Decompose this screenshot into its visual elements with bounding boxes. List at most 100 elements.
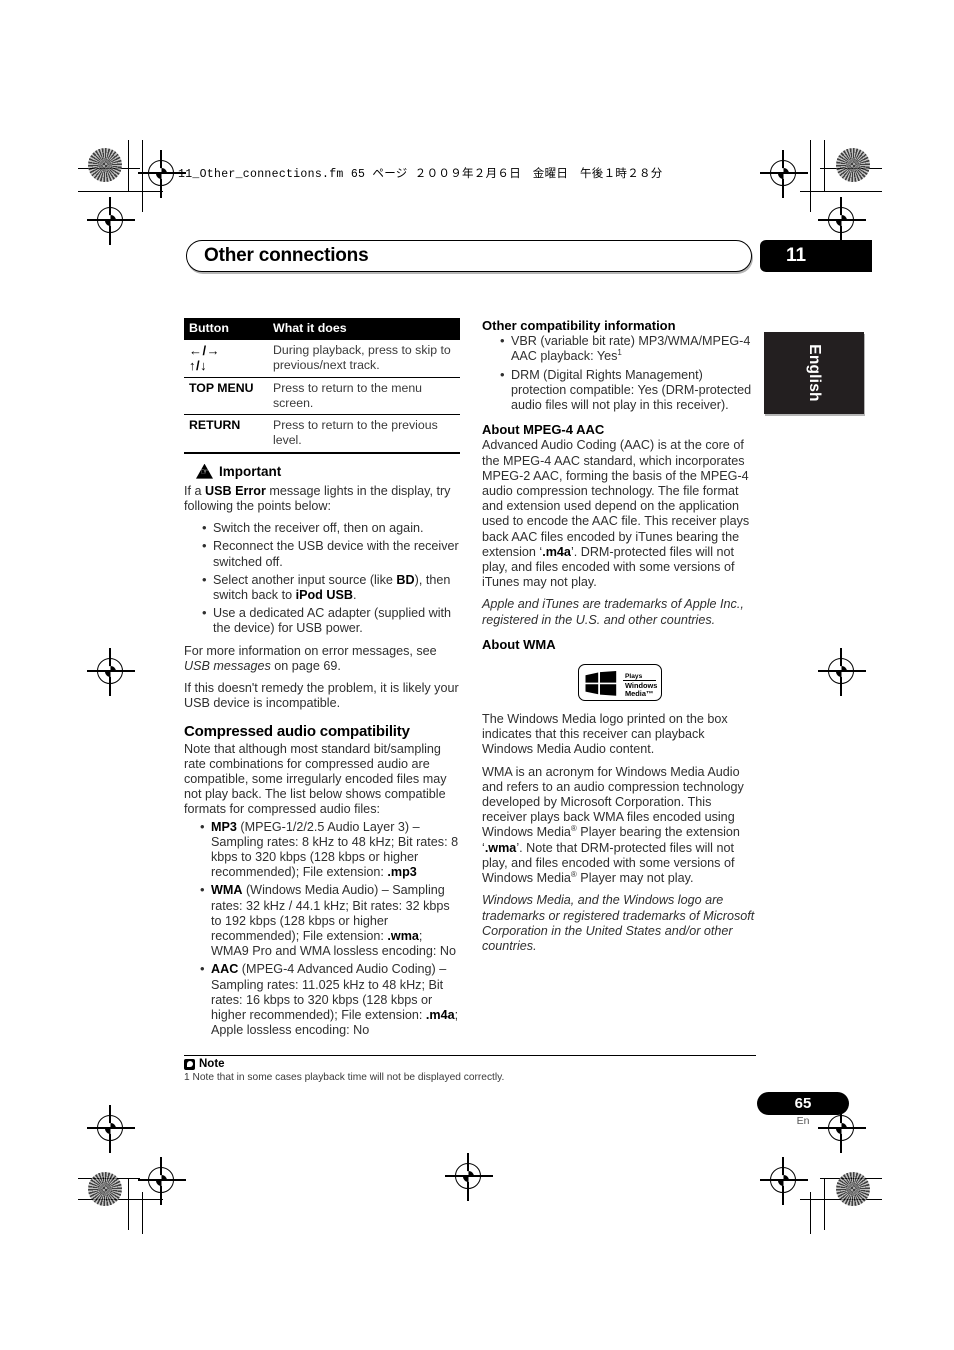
usb-incompatible-note: If this doesn't remedy the problem, it i… bbox=[184, 681, 459, 711]
language-tab-label: English bbox=[806, 344, 823, 402]
crop-line bbox=[142, 1192, 144, 1234]
crop-line bbox=[824, 1178, 826, 1230]
about-aac-body: Advanced Audio Coding (AAC) is at the co… bbox=[482, 438, 758, 590]
halftone-dot bbox=[836, 1172, 870, 1206]
footnote-text: 1 Note that in some cases playback time … bbox=[184, 1072, 505, 1083]
crop-line bbox=[78, 191, 163, 193]
table-header-button: Button bbox=[184, 318, 268, 341]
compressed-audio-intro: Note that although most standard bit/sam… bbox=[184, 741, 447, 817]
plays-windows-media-logo: ™ Plays Windows Media™ bbox=[578, 664, 662, 702]
important-intro-prefix: If a bbox=[184, 483, 205, 498]
format-detail: (MPEG-1/2/2.5 Audio Layer 3) – Sampling … bbox=[211, 819, 459, 880]
chapter-number-badge: 11 bbox=[760, 240, 872, 272]
table-row: ←/→ ↑/↓ During playback, press to skip t… bbox=[184, 340, 460, 379]
arrow-left-right-icon: ←/→ bbox=[189, 343, 221, 359]
compressed-format-list: MP3 (MPEG-1/2/2.5 Audio Layer 3) – Sampl… bbox=[184, 819, 460, 1039]
registration-mark bbox=[87, 648, 135, 696]
list-item: Switch the receiver off, then on again. bbox=[202, 520, 460, 536]
table-cell-description: Press to return to the menu screen. bbox=[268, 377, 460, 416]
footnote-marker: 1 bbox=[617, 348, 622, 358]
page-title: Other connections bbox=[204, 245, 369, 266]
crop-line bbox=[824, 140, 826, 192]
note-label: Note bbox=[199, 1058, 225, 1070]
list-item: MP3 (MPEG-1/2/2.5 Audio Layer 3) – Sampl… bbox=[200, 819, 460, 881]
list-item-text: Select another input source (like bbox=[213, 572, 397, 587]
page-number-badge: 65 bbox=[757, 1092, 849, 1115]
apple-trademark-notice: Apple and iTunes are trademarks of Apple… bbox=[482, 597, 744, 627]
list-item-bold-ipod-usb: iPod USB bbox=[295, 588, 353, 602]
registration-mark bbox=[87, 1105, 135, 1153]
heading-compressed-audio-compatibility: Compressed audio compatibility bbox=[184, 723, 410, 741]
list-item-text: VBR (variable bit rate) MP3/WMA/MPEG-4 A… bbox=[511, 334, 751, 364]
registration-mark bbox=[87, 197, 135, 245]
chapter-title-bar: Other connections bbox=[186, 240, 752, 272]
heading-about-wma: About WMA bbox=[482, 636, 556, 652]
crop-line bbox=[128, 140, 130, 192]
table-cell-description: Press to return to the previous level. bbox=[268, 414, 460, 454]
crop-line bbox=[810, 1192, 812, 1234]
logo-windows-media-label: Windows Media™ bbox=[625, 681, 657, 699]
registration-mark bbox=[818, 648, 866, 696]
right-column: Other compatibility information VBR (var… bbox=[482, 318, 758, 961]
page-language-code: En bbox=[796, 1115, 810, 1127]
important-label: Important bbox=[219, 463, 282, 479]
wma-body-2: WMA is an acronym for Windows Media Audi… bbox=[482, 765, 758, 887]
warning-triangle-hand-icon: ☞ bbox=[196, 463, 213, 479]
about-aac-text-1: Advanced Audio Coding (AAC) is at the co… bbox=[482, 438, 750, 559]
heading-other-compatibility-information: Other compatibility information bbox=[482, 318, 676, 333]
list-item: Reconnect the USB device with the receiv… bbox=[202, 538, 460, 569]
registration-mark bbox=[760, 150, 808, 198]
format-name: AAC bbox=[211, 962, 239, 977]
format-extension: .m4a bbox=[425, 1008, 455, 1023]
important-callout-header: ☞ Important bbox=[196, 464, 460, 479]
halftone-dot bbox=[88, 1172, 122, 1206]
format-name: WMA bbox=[211, 883, 243, 898]
format-extension: .mp3 bbox=[387, 865, 417, 880]
important-bullet-list: Switch the receiver off, then on again. … bbox=[184, 520, 460, 636]
table-row: RETURN Press to return to the previous l… bbox=[184, 414, 460, 454]
crop-line bbox=[800, 191, 882, 193]
reference-prefix: For more information on error messages, … bbox=[184, 643, 437, 658]
list-item-text: . bbox=[352, 588, 357, 602]
button-function-table: Button What it does ←/→ ↑/↓ During playb… bbox=[184, 318, 460, 454]
logo-line-media: Media™ bbox=[625, 689, 654, 699]
language-tab-english: English bbox=[764, 332, 864, 414]
note-header: Note bbox=[184, 1058, 225, 1070]
list-item: VBR (variable bit rate) MP3/WMA/MPEG-4 A… bbox=[500, 333, 758, 364]
wma-text-d: Player may not play. bbox=[576, 871, 694, 886]
halftone-dot bbox=[836, 148, 870, 182]
halftone-dot bbox=[88, 148, 122, 182]
usb-messages-reference: For more information on error messages, … bbox=[184, 644, 460, 674]
important-intro-bold: USB Error bbox=[205, 483, 266, 498]
wma-extension: .wma bbox=[484, 840, 517, 855]
list-item: Select another input source (like BD), t… bbox=[202, 572, 460, 603]
heading-about-mpeg4-aac: About MPEG-4 AAC bbox=[482, 422, 605, 438]
reference-suffix: on page 69. bbox=[270, 658, 341, 673]
list-item: DRM (Digital Rights Management) protecti… bbox=[500, 367, 758, 414]
format-name: MP3 bbox=[211, 819, 237, 834]
registration-mark bbox=[818, 197, 866, 245]
table-header-what-it-does: What it does bbox=[268, 318, 460, 341]
other-compatibility-list: VBR (variable bit rate) MP3/WMA/MPEG-4 A… bbox=[482, 333, 758, 414]
microsoft-trademark-notice: Windows Media, and the Windows logo are … bbox=[482, 893, 755, 953]
reference-italic-title: USB messages bbox=[184, 658, 271, 673]
table-cell-button: RETURN bbox=[184, 414, 268, 454]
crop-line bbox=[142, 140, 144, 212]
list-item: Use a dedicated AC adapter (supplied wit… bbox=[202, 605, 460, 636]
print-file-stamp: 11_Other_connections.fm 65 ページ ２００９年２月６日… bbox=[178, 168, 663, 181]
format-extension: .wma bbox=[387, 929, 419, 944]
format-detail: (MPEG-4 Advanced Audio Coding) – Samplin… bbox=[211, 962, 447, 1023]
registration-mark bbox=[138, 150, 186, 198]
list-item-bold-bd: BD bbox=[396, 572, 415, 587]
left-column: Button What it does ←/→ ↑/↓ During playb… bbox=[184, 318, 460, 1045]
crop-line bbox=[128, 1178, 130, 1230]
trademark-mark-icon: ™ bbox=[612, 685, 617, 691]
registration-mark bbox=[760, 1157, 808, 1205]
note-icon bbox=[184, 1058, 195, 1070]
table-cell-button: ←/→ ↑/↓ bbox=[184, 340, 268, 379]
crop-line bbox=[810, 140, 812, 212]
registration-mark bbox=[445, 1153, 493, 1201]
important-intro: If a USB Error message lights in the dis… bbox=[184, 484, 460, 514]
table-cell-button: TOP MENU bbox=[184, 377, 268, 416]
list-item: AAC (MPEG-4 Advanced Audio Coding) – Sam… bbox=[200, 961, 460, 1038]
